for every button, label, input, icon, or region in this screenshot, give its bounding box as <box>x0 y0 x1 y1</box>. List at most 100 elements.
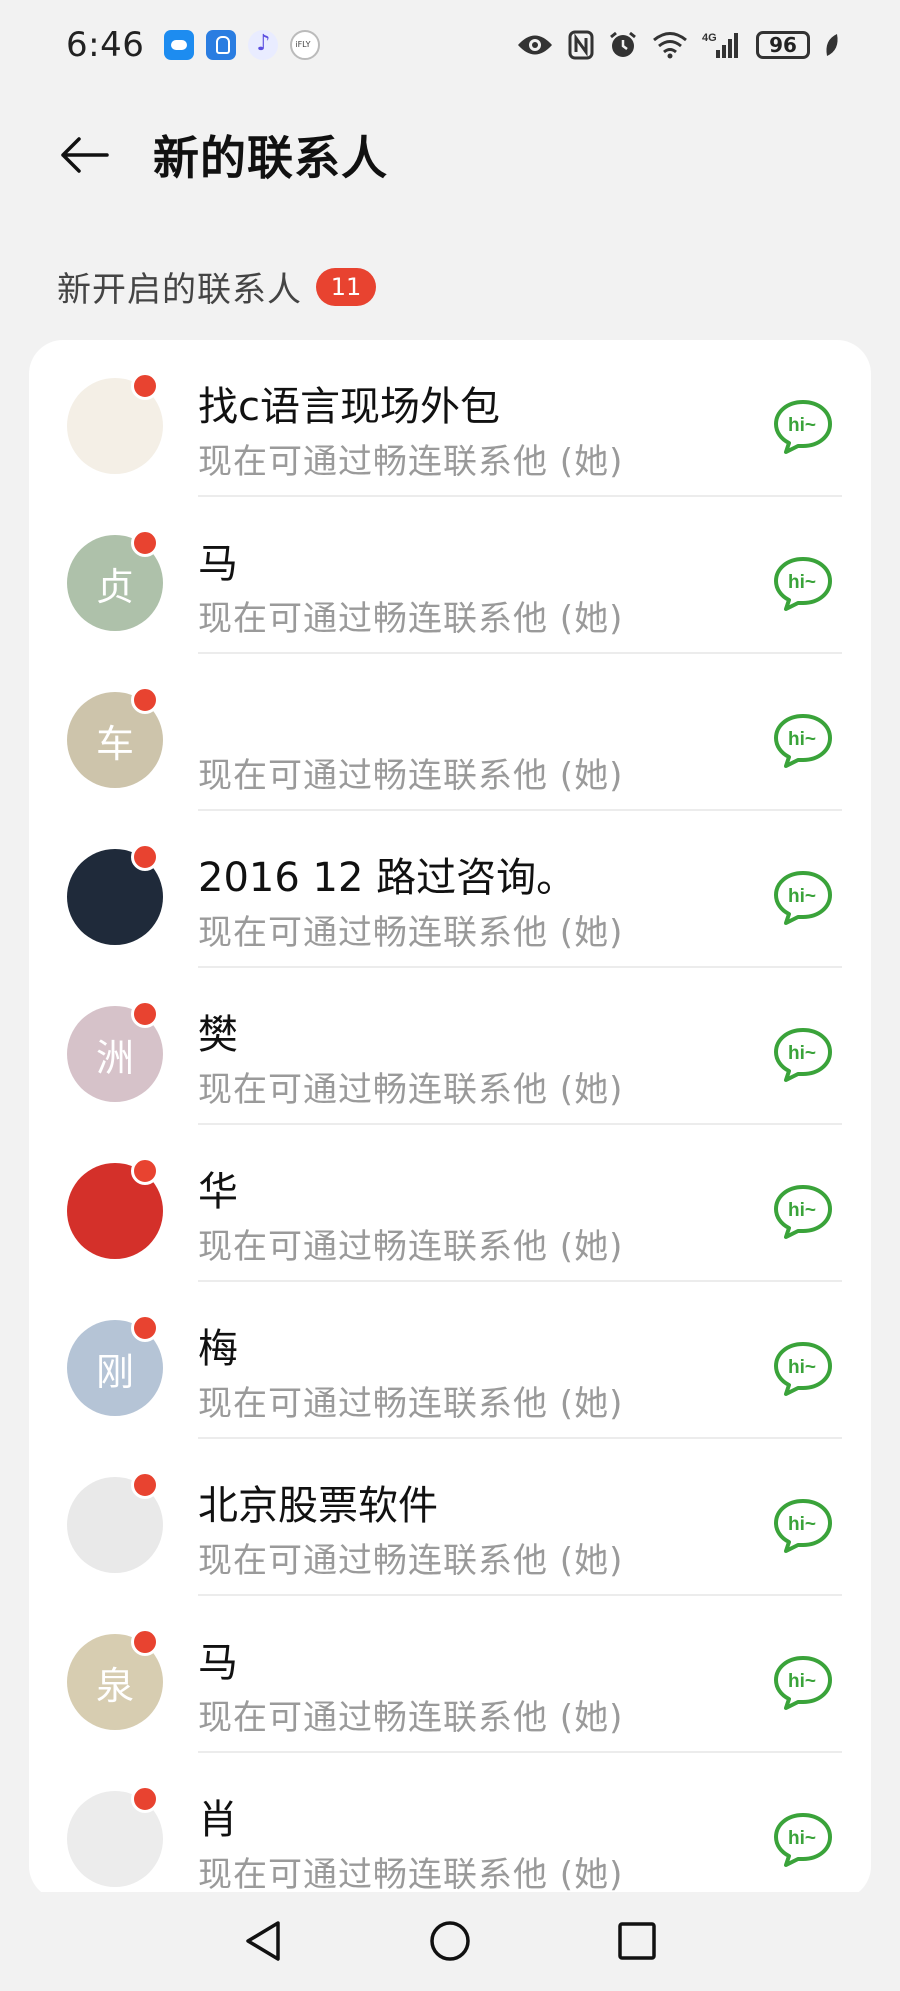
avatar[interactable]: 贞 <box>67 529 163 631</box>
contact-row[interactable]: 车现在可通过畅连联系他 (她) hi~ <box>29 654 871 811</box>
contact-row[interactable]: 洲 樊现在可通过畅连联系他 (她) hi~ <box>29 968 871 1125</box>
nav-recents-button[interactable] <box>612 1916 662 1966</box>
contact-row[interactable]: 泉 马现在可通过畅连联系他 (她) hi~ <box>29 1596 871 1753</box>
ifly-app-icon <box>290 30 321 60</box>
hi-chat-bubble-icon: hi~ <box>774 1499 832 1553</box>
hi-chat-bubble-icon: hi~ <box>774 1185 832 1239</box>
contact-list: 找c语言现场外包 现在可通过畅连联系他 (她) hi~ 贞马现在可通过畅连联系他 (她… <box>29 340 871 1900</box>
contact-subtitle: 现在可通过畅连联系他 (她) <box>198 913 624 953</box>
section-label: 新开启的联系人 <box>57 270 302 310</box>
contact-subtitle: 现在可通过畅连联系他 (她) <box>198 599 624 639</box>
unread-dot <box>131 1157 159 1185</box>
contact-subtitle: 现在可通过畅连联系他 (她) <box>198 1227 624 1267</box>
avatar[interactable] <box>67 1471 163 1573</box>
unread-dot <box>131 1628 159 1656</box>
avatar-initial: 洲 <box>95 1035 134 1080</box>
avatar[interactable] <box>67 372 163 474</box>
nav-back-button[interactable] <box>238 1916 288 1966</box>
battery-indicator: 96 <box>756 31 810 59</box>
hi-chat-bubble-icon: hi~ <box>774 871 832 925</box>
greet-button[interactable]: hi~ <box>772 1654 834 1712</box>
eye-icon <box>518 35 552 55</box>
avatar-initial: 车 <box>95 721 134 766</box>
contact-name: 2016 12 路过咨询。 <box>198 855 577 901</box>
status-left: 6:46 <box>66 25 321 65</box>
square-recents-icon <box>618 1922 656 1960</box>
avatar[interactable] <box>67 1157 163 1259</box>
svg-text:hi~: hi~ <box>788 1514 816 1535</box>
contact-row[interactable]: 找c语言现场外包现在可通过畅连联系他 (她) hi~ <box>29 340 871 497</box>
svg-text:hi~: hi~ <box>788 1200 816 1221</box>
weather-app-icon <box>164 30 195 60</box>
contact-subtitle: 现在可通过畅连联系他 (她) <box>198 1384 624 1424</box>
arrow-left-icon <box>61 137 109 173</box>
avatar[interactable] <box>67 1785 163 1887</box>
greet-button[interactable]: hi~ <box>772 555 834 613</box>
page-title: 新的联系人 <box>153 131 388 185</box>
contact-name: 肖 <box>198 1797 238 1843</box>
hi-chat-bubble-icon: hi~ <box>774 1342 832 1396</box>
hi-chat-bubble-icon: hi~ <box>774 1656 832 1710</box>
contact-name: 梅 <box>198 1326 238 1372</box>
contact-row[interactable]: 肖现在可通过畅连联系他 (她) hi~ <box>29 1753 871 1900</box>
avatar-initial: 贞 <box>95 564 134 609</box>
greet-button[interactable]: hi~ <box>772 1026 834 1084</box>
avatar[interactable]: 泉 <box>67 1628 163 1730</box>
status-time: 6:46 <box>66 25 145 65</box>
count-badge: 11 <box>316 267 376 306</box>
hi-chat-bubble-icon: hi~ <box>774 557 832 611</box>
nfc-icon <box>568 30 594 60</box>
contact-name: 华 <box>198 1169 238 1215</box>
hi-chat-bubble-icon: hi~ <box>774 400 832 454</box>
header: 新的联系人 <box>0 100 900 210</box>
contact-subtitle: 现在可通过畅连联系他 (她) <box>198 1541 624 1581</box>
contact-name: 马 <box>198 541 238 587</box>
greet-button[interactable]: hi~ <box>772 1340 834 1398</box>
navigation-bar <box>0 1892 900 1991</box>
contact-row[interactable]: 贞 马现在可通过畅连联系他 (她) hi~ <box>29 497 871 654</box>
unread-dot <box>131 843 159 871</box>
avatar[interactable]: 洲 <box>67 1000 163 1102</box>
avatar[interactable]: 车 <box>67 686 163 788</box>
greet-button[interactable]: hi~ <box>772 1497 834 1555</box>
contact-subtitle: 现在可通过畅连联系他 (她) <box>198 1070 624 1110</box>
leaf-icon <box>826 34 838 56</box>
section-header: 新开启的联系人 11 <box>57 262 376 311</box>
status-right: 4G 96 <box>516 30 840 60</box>
greet-button[interactable]: hi~ <box>772 1183 834 1241</box>
circle-home-icon <box>430 1921 470 1961</box>
bulb-app-icon <box>206 30 237 60</box>
contact-row[interactable]: 华现在可通过畅连联系他 (她) hi~ <box>29 1125 871 1282</box>
contact-name: 马 <box>198 1640 238 1686</box>
contact-subtitle: 现在可通过畅连联系他 (她) <box>198 756 624 796</box>
svg-text:hi~: hi~ <box>788 1357 816 1378</box>
avatar[interactable] <box>67 843 163 945</box>
contact-row[interactable]: 2016 12 路过咨询。现在可通过畅连联系他 (她) hi~ <box>29 811 871 968</box>
avatar[interactable]: 刚 <box>67 1314 163 1416</box>
svg-text:hi~: hi~ <box>788 1043 816 1064</box>
unread-dot <box>131 1785 159 1813</box>
nav-home-button[interactable] <box>425 1916 475 1966</box>
contact-row[interactable]: 北京股票软件现在可通过畅连联系他 (她) hi~ <box>29 1439 871 1596</box>
svg-text:hi~: hi~ <box>788 1828 816 1849</box>
signal-icon: 4G <box>702 32 738 58</box>
contact-subtitle: 现在可通过畅连联系他 (她) <box>198 442 624 482</box>
svg-text:hi~: hi~ <box>788 1671 816 1692</box>
avatar-initial: 泉 <box>95 1663 134 1708</box>
back-button[interactable] <box>58 130 110 180</box>
status-bar: 6:46 4G <box>0 0 900 90</box>
contact-row[interactable]: 刚 梅现在可通过畅连联系他 (她) hi~ <box>29 1282 871 1439</box>
alarm-icon <box>610 31 636 57</box>
unread-dot <box>131 1471 159 1499</box>
greet-button[interactable]: hi~ <box>772 1811 834 1869</box>
greet-button[interactable]: hi~ <box>772 712 834 770</box>
music-app-icon <box>248 30 279 60</box>
hi-chat-bubble-icon: hi~ <box>774 1028 832 1082</box>
contact-name: 找c语言现场外包 <box>198 384 500 430</box>
greet-button[interactable]: hi~ <box>772 398 834 456</box>
unread-dot <box>131 1314 159 1342</box>
greet-button[interactable]: hi~ <box>772 869 834 927</box>
unread-dot <box>131 686 159 714</box>
svg-text:4G: 4G <box>702 32 717 44</box>
contact-name: 北京股票软件 <box>198 1483 438 1529</box>
